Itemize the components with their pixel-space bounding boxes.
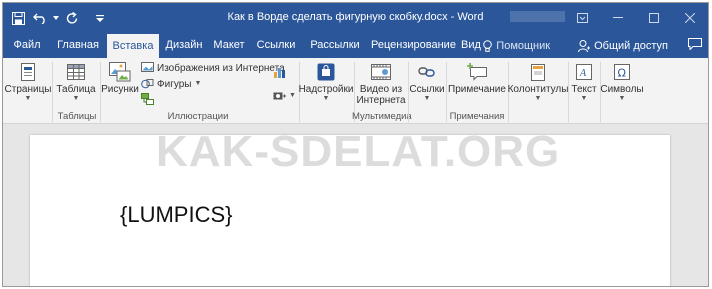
pages-label: Страницы: [4, 84, 52, 95]
comment-label: Примечание: [448, 84, 506, 95]
svg-text:Ω: Ω: [618, 67, 626, 80]
comments-icon[interactable]: [688, 38, 702, 53]
smartart-icon: [141, 93, 154, 105]
links-label: Ссылки: [409, 84, 445, 95]
store-icon: [315, 62, 337, 82]
pages-icon: [17, 62, 39, 82]
header-footer-icon: [527, 62, 549, 82]
tab-view[interactable]: Вид: [459, 33, 483, 58]
chevron-down-icon: ▼: [618, 95, 626, 102]
header-footer-label: Колонтитулы: [507, 84, 569, 95]
maximize-icon[interactable]: [636, 3, 672, 33]
chevron-down-icon: ▼: [289, 91, 296, 99]
online-video-label: Видео из Интернета: [356, 84, 406, 106]
camera-icon: [273, 92, 286, 100]
table-icon: [65, 62, 87, 82]
links-button[interactable]: Ссылки ▼: [409, 62, 445, 103]
lightbulb-icon: [483, 39, 493, 52]
online-images-icon: [141, 62, 154, 72]
minimize-icon[interactable]: [600, 3, 636, 33]
chevron-down-icon: ▼: [24, 95, 32, 102]
tell-me-label: Помощник: [496, 39, 551, 52]
video-icon: [370, 62, 392, 82]
shapes-button[interactable]: Фигуры ▼: [141, 78, 201, 90]
omega-icon: Ω: [611, 62, 633, 82]
watermark: KAK-SDELAT.ORG: [156, 127, 561, 176]
close-icon[interactable]: [672, 3, 708, 33]
online-images-label: Изображения из Интернета: [157, 62, 285, 74]
chevron-down-icon: ▼: [534, 95, 542, 102]
online-images-button[interactable]: Изображения из Интернета: [141, 62, 285, 74]
share-label: Общий доступ: [594, 39, 668, 52]
chevron-down-icon: ▼: [322, 95, 330, 102]
table-label: Таблица: [56, 84, 96, 95]
symbols-label: Символы: [600, 84, 644, 95]
group-label-illustrations: Иллюстрации: [167, 111, 229, 122]
pages-button[interactable]: Страницы ▼: [5, 62, 51, 103]
tab-mailings[interactable]: Рассылки: [309, 33, 361, 58]
text-label: Текст: [571, 84, 597, 95]
chevron-down-icon: ▼: [423, 95, 431, 102]
pictures-button[interactable]: Рисунки: [101, 62, 139, 95]
chevron-down-icon: ▼: [580, 95, 588, 102]
text-button[interactable]: A Текст ▼: [569, 62, 599, 103]
ribbon-display-options-icon[interactable]: [564, 3, 600, 33]
chevron-down-icon: ▼: [194, 80, 202, 87]
group-label-media: Мультимедиа: [352, 111, 412, 122]
group-label-tables: Таблицы: [57, 111, 97, 122]
chart-button[interactable]: [273, 66, 286, 78]
addins-button[interactable]: Надстройки ▼: [298, 62, 354, 103]
window-controls: [564, 3, 708, 33]
user-profile[interactable]: [510, 11, 565, 22]
group-label-comments: Примечания: [449, 111, 505, 122]
tell-me-box[interactable]: Помощник: [483, 40, 550, 52]
person-icon: [578, 39, 591, 52]
tab-home[interactable]: Главная: [53, 33, 103, 58]
tab-review[interactable]: Рецензирование: [371, 33, 456, 58]
new-comment-icon: [466, 62, 488, 82]
shapes-icon: [141, 79, 154, 89]
pictures-label: Рисунки: [101, 84, 139, 95]
tab-layout[interactable]: Макет: [211, 33, 247, 58]
header-footer-button[interactable]: Колонтитулы ▼: [507, 62, 569, 103]
ribbon-tabs: Файл Главная Вставка Дизайн Макет Ссылки…: [3, 33, 708, 58]
symbols-button[interactable]: Ω Символы ▼: [600, 62, 644, 103]
shapes-label: Фигуры: [157, 78, 192, 90]
ribbon: Страницы ▼ Таблица ▼ Таблицы Рисунки Изо…: [3, 58, 708, 124]
comment-button[interactable]: Примечание: [447, 62, 507, 95]
svg-text:A: A: [579, 68, 587, 79]
tab-insert[interactable]: Вставка: [107, 34, 159, 58]
share-button[interactable]: Общий доступ: [578, 39, 668, 52]
chart-icon: [274, 68, 285, 78]
chevron-down-icon: ▼: [72, 95, 80, 102]
link-icon: [416, 62, 438, 82]
online-video-button[interactable]: Видео из Интернета: [355, 62, 407, 106]
tab-file[interactable]: Файл: [7, 33, 47, 58]
picture-icon: [109, 62, 131, 82]
document-text[interactable]: {LUMPICS}: [120, 202, 233, 228]
table-button[interactable]: Таблица ▼: [55, 62, 97, 103]
text-box-icon: A: [573, 62, 595, 82]
tab-design[interactable]: Дизайн: [163, 33, 205, 58]
smartart-button[interactable]: [141, 93, 155, 106]
screenshot-button[interactable]: ▼: [273, 90, 296, 101]
tabs-right-area: Помощник Общий доступ: [483, 33, 702, 58]
addins-label: Надстройки: [298, 84, 354, 95]
word-window: Как в Ворде сделать фигурную скобку.docx…: [2, 2, 709, 287]
title-bar: Как в Ворде сделать фигурную скобку.docx…: [3, 3, 708, 33]
tab-references[interactable]: Ссылки: [255, 33, 297, 58]
